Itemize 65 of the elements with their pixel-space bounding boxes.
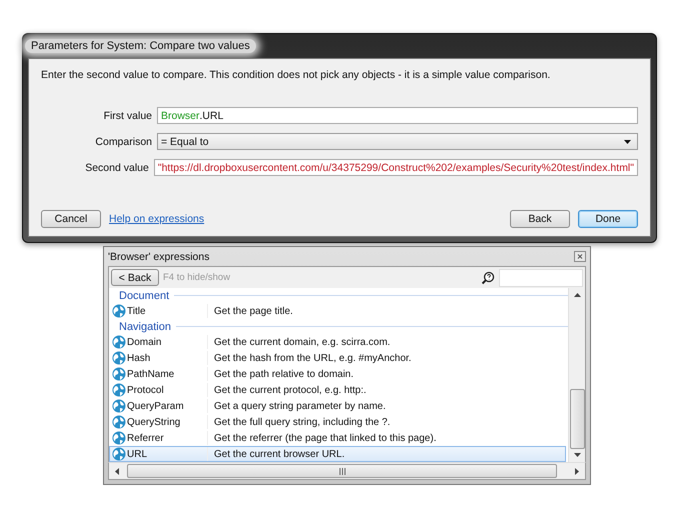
scroll-thumb[interactable] (570, 389, 584, 449)
search-icon (481, 270, 495, 284)
globe-icon (112, 431, 126, 445)
expression-row[interactable]: PathName Get the path relative to domain. (109, 366, 566, 382)
expression-name: Domain (127, 336, 162, 348)
expression-name: QueryString (127, 416, 180, 428)
scroll-up-icon[interactable] (574, 293, 580, 297)
expression-description: Get the referrer (the page that linked to this page). (213, 432, 436, 444)
dialog-button[interactable]: Cancel (41, 210, 101, 228)
expression-description: Get the path relative to domain. (213, 368, 354, 380)
help-link[interactable]: Help on expressions (109, 213, 204, 225)
globe-icon (112, 335, 126, 349)
scroll-thumb[interactable] (127, 464, 557, 478)
group-heading: Navigation (119, 320, 172, 332)
expression-description: Get the page title. (213, 306, 293, 316)
globe-icon (112, 415, 126, 429)
expression-name: QueryParam (127, 400, 184, 412)
expression-row[interactable]: Protocol Get the current protocol, e.g. http:. (109, 382, 566, 398)
expression-description: Get the current protocol, e.g. http:. (213, 384, 366, 396)
dialog-button[interactable]: Done (578, 210, 638, 228)
expression-description: Get the hash from the URL, e.g. #myAnchor. (213, 352, 412, 364)
expression-name: Title (127, 306, 146, 316)
grip-icon (338, 468, 346, 474)
expression-description: Get the current domain, e.g. scirra.com. (213, 336, 390, 348)
expression-field[interactable]: Browser.URL (157, 107, 638, 124)
globe-icon (112, 367, 126, 381)
instruction-text: Enter the second value to compare. This condition does not pick any objects - it is a simple value comparison. (41, 69, 552, 81)
expression-description: Get the current browser URL. (213, 448, 345, 460)
comparison-dropdown[interactable]: = Equal to (157, 133, 638, 150)
expression-description: Get a query string parameter by name. (213, 400, 386, 412)
expression-row[interactable]: Domain Get the current domain, e.g. scirra.com. (109, 334, 566, 350)
vertical-scrollbar[interactable] (568, 288, 585, 462)
expression-name: URL (127, 448, 148, 460)
expression-row[interactable]: QueryParam Get a query string parameter by name. (109, 398, 566, 414)
expression-row[interactable]: Referrer Get the referrer (the page that linked to this page). (109, 430, 566, 446)
back-button[interactable]: < Back (111, 269, 159, 286)
globe-icon (112, 399, 126, 413)
group-heading: Document (119, 290, 170, 302)
globe-icon (112, 383, 126, 397)
expression-row[interactable]: Hash Get the hash from the URL, e.g. #myAnchor. (109, 350, 566, 366)
expression-name: Protocol (127, 384, 164, 396)
globe-icon (112, 304, 126, 318)
field-label: Comparison (94, 136, 153, 148)
expression-field[interactable]: "https://dl.dropboxusercontent.com/u/34375299/Construct%202/examples/Security%20test/index.html" (154, 159, 638, 176)
horizontal-scrollbar[interactable] (108, 462, 586, 480)
expression-row[interactable]: QueryString Get the full query string, including the ?. (109, 414, 566, 430)
expression-row[interactable]: Title Get the page title. (109, 303, 566, 319)
caret-icon (624, 140, 631, 144)
search-field[interactable] (499, 268, 583, 286)
scroll-down-icon[interactable] (574, 453, 580, 457)
expression-name: PathName (127, 368, 174, 380)
expression-row[interactable]: URL Get the current browser URL. (109, 446, 566, 462)
panel-title: 'Browser' expressions (108, 250, 210, 262)
shortcut-hint: F4 to hide/show (163, 272, 232, 283)
globe-icon (112, 351, 126, 365)
field-label: First value (102, 110, 153, 122)
scroll-left-icon[interactable] (115, 468, 119, 474)
scroll-right-icon[interactable] (575, 468, 579, 474)
dialog-button[interactable]: Back (510, 210, 570, 228)
field-label: Second value (84, 162, 150, 174)
expression-name: Hash (127, 352, 150, 364)
expression-name: Referrer (127, 432, 164, 444)
window-title: Parameters for System: Compare two values (25, 39, 256, 53)
close-icon[interactable] (574, 251, 586, 262)
expression-description: Get the full query string, including the ?. (213, 416, 390, 428)
